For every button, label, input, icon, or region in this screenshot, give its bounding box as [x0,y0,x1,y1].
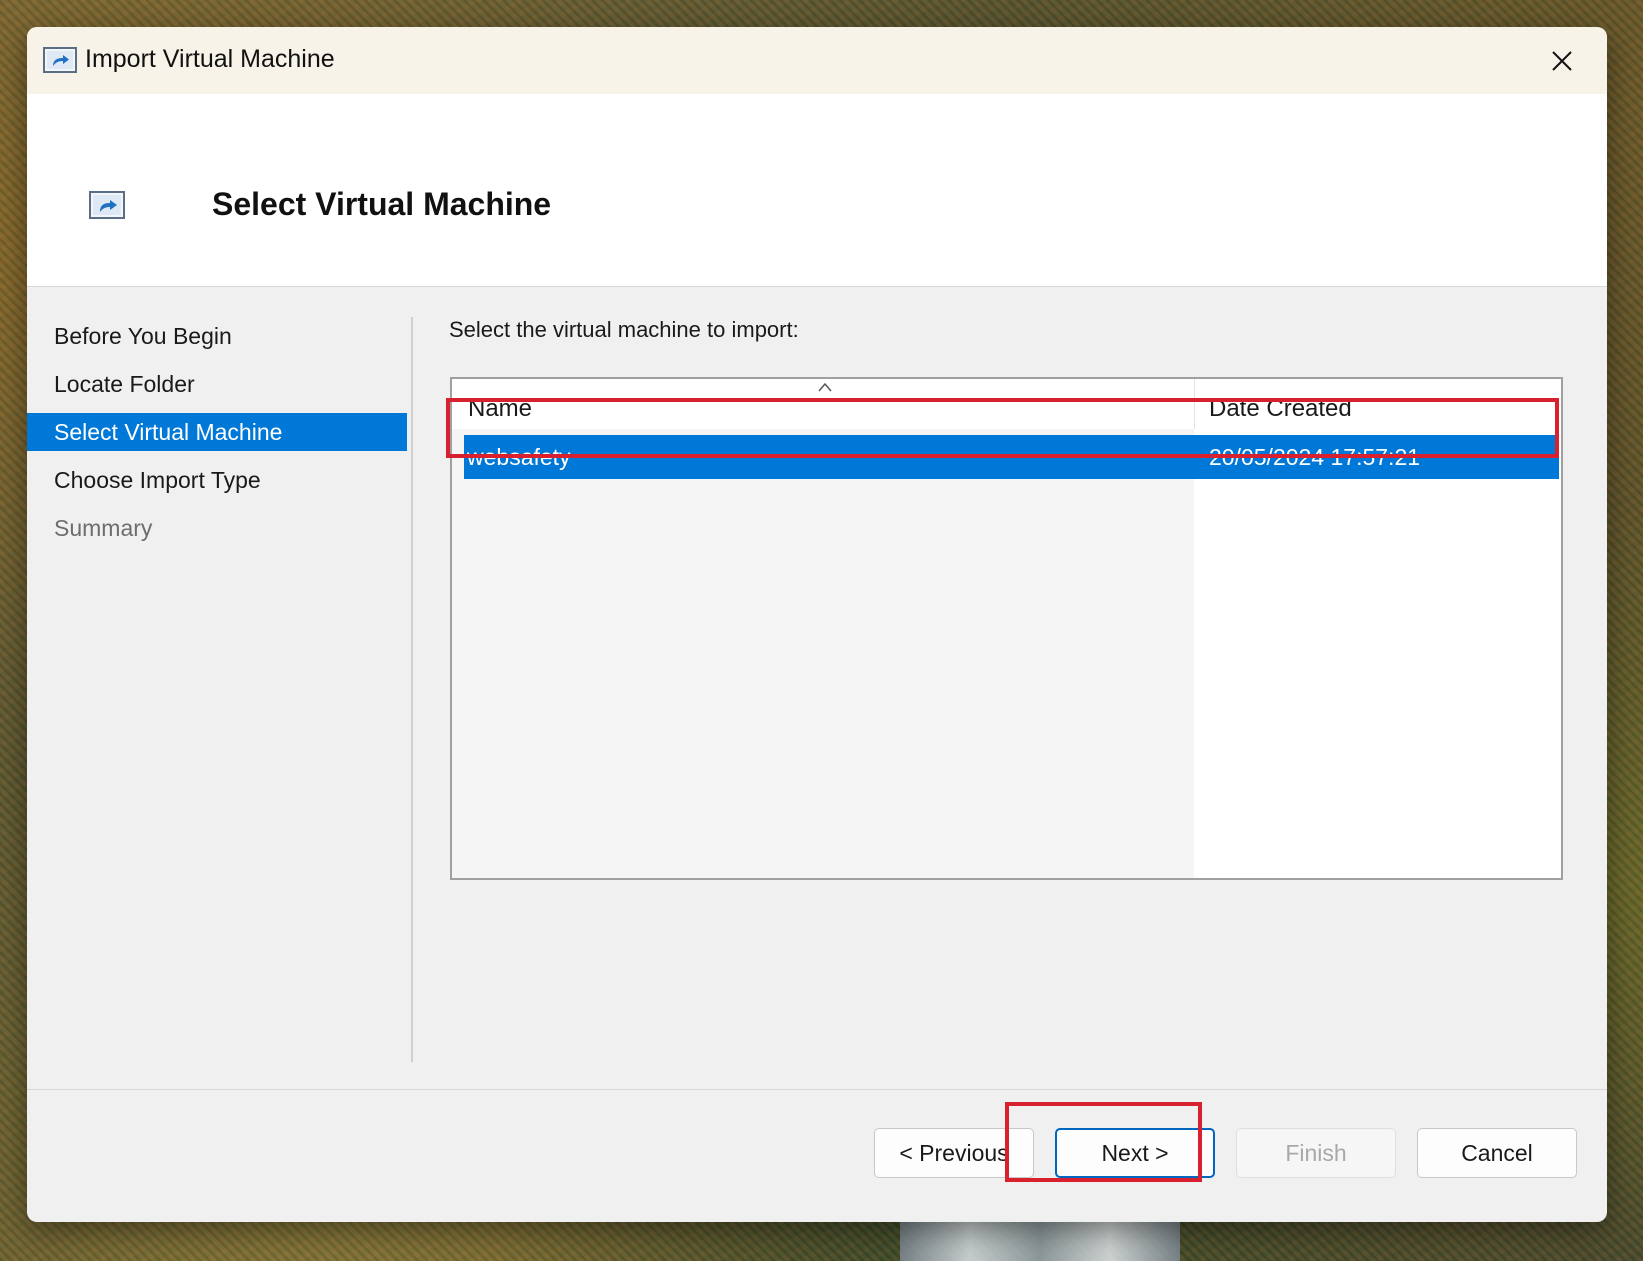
title-bar: Import Virtual Machine [27,27,1607,94]
window-title: Import Virtual Machine [85,45,335,73]
table-row[interactable]: websafety 20/05/2024 17:57:21 [464,435,1559,479]
wizard-steps-nav: Before You Begin Locate Folder Select Vi… [27,317,407,557]
column-header-date-created[interactable]: Date Created [1209,395,1352,423]
import-vm-icon [89,191,125,219]
nav-step-summary: Summary [54,515,153,541]
select-vm-prompt: Select the virtual machine to import: [449,317,799,342]
cancel-button[interactable]: Cancel [1417,1128,1577,1178]
next-button[interactable]: Next > [1055,1128,1215,1178]
page-header: Select Virtual Machine [27,94,1607,287]
nav-step-select-virtual-machine[interactable]: Select Virtual Machine [27,413,407,451]
row-name-cell: websafety [467,444,571,470]
list-header: Name Date Created [452,379,1561,429]
nav-step-locate-folder[interactable]: Locate Folder [27,365,407,403]
footer-separator [27,1089,1607,1090]
column-separator[interactable] [1194,379,1195,429]
finish-button: Finish [1236,1128,1396,1178]
column-header-name[interactable]: Name [468,395,532,423]
next-button-label: Next > [1101,1139,1169,1166]
import-vm-icon [43,47,77,73]
close-button[interactable] [1517,27,1607,94]
cancel-button-label: Cancel [1461,1139,1533,1166]
nav-step-choose-import-type[interactable]: Choose Import Type [27,461,407,499]
previous-button[interactable]: < Previous [874,1128,1034,1178]
import-vm-dialog: Import Virtual Machine Select Virtual Ma… [27,27,1607,1222]
nav-divider [411,317,413,1062]
page-title: Select Virtual Machine [212,186,552,222]
sort-ascending-icon [818,382,832,392]
vm-list[interactable]: Name Date Created websafety 20/05/2024 1… [450,377,1563,880]
close-icon [1552,50,1572,71]
nav-step-before-you-begin[interactable]: Before You Begin [27,317,407,355]
finish-button-label: Finish [1285,1139,1347,1166]
previous-button-label: < Previous [899,1139,1009,1166]
row-date-created-cell: 20/05/2024 17:57:21 [1209,444,1421,470]
